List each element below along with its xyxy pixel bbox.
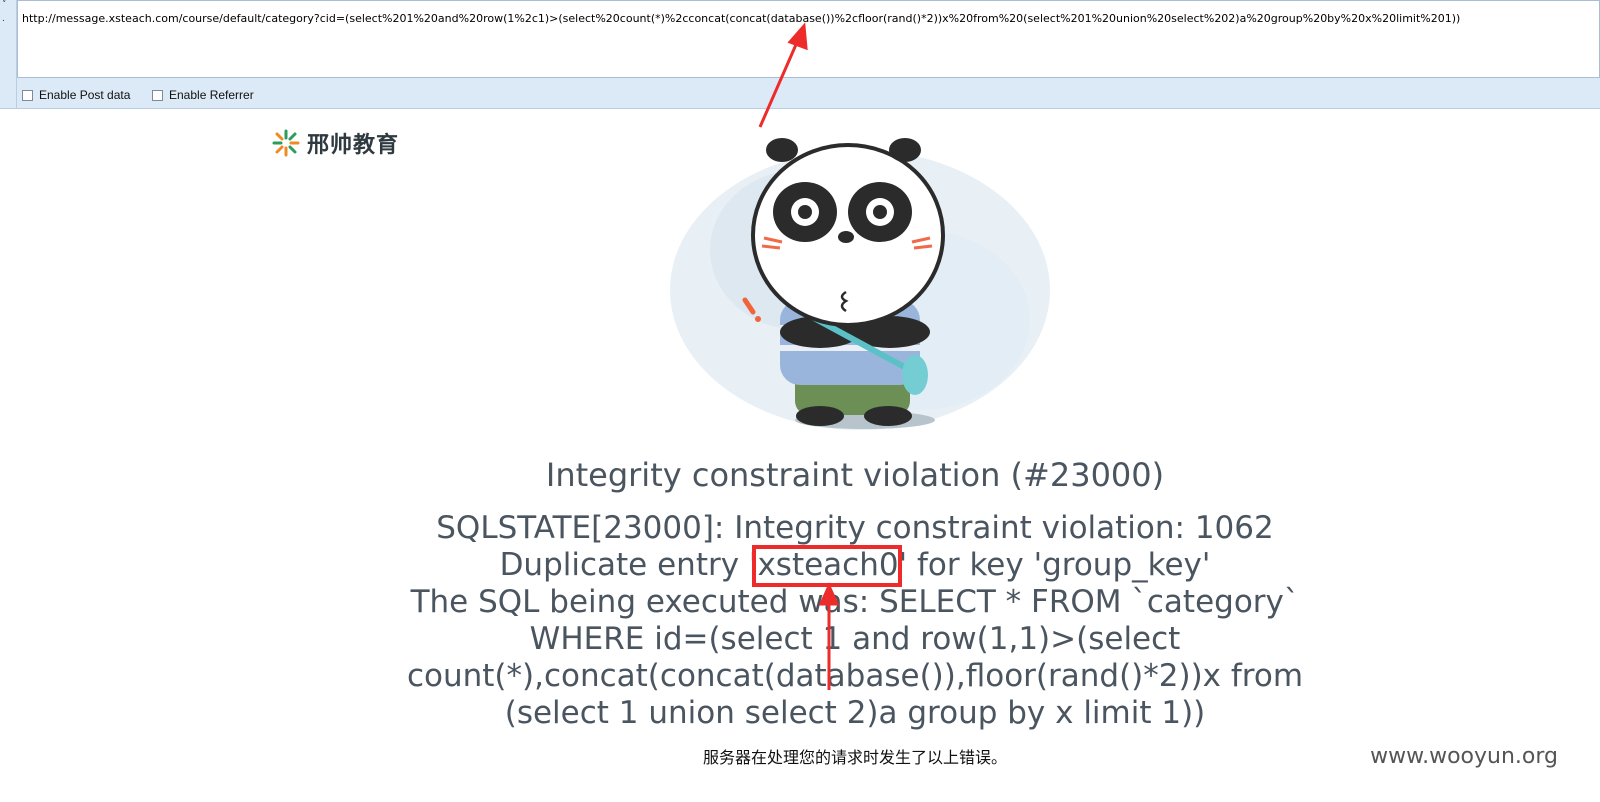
error-line-5: count(*),concat(concat(database()),floor… — [406, 658, 1304, 694]
url-textarea[interactable]: http://message.xsteach.com/course/defaul… — [17, 0, 1600, 78]
error-message: SQLSTATE[23000]: Integrity constraint vi… — [395, 510, 1315, 732]
enable-post-option[interactable]: Enable Post data — [22, 88, 130, 102]
wooyun-watermark: www.wooyun.org — [1370, 744, 1558, 769]
enable-post-checkbox[interactable] — [22, 89, 33, 101]
panda-mascot-image — [670, 138, 1050, 430]
highlight-box-annotation — [752, 545, 902, 587]
error-line-4: WHERE id=(select 1 and row(1,1)>(select — [529, 621, 1181, 657]
xsteach-logo-icon — [272, 129, 300, 157]
error-title: Integrity constraint violation (#23000) — [545, 456, 1165, 494]
site-logo[interactable]: 邢帅教育 — [271, 127, 399, 159]
logo-text: 邢帅教育 — [307, 133, 400, 158]
hackbar-side-strip: ˅ . — [0, 0, 17, 108]
enable-post-label: Enable Post data — [39, 88, 131, 102]
error-footer-note: 服务器在处理您的请求时发生了以上错误。 — [702, 748, 1007, 767]
enable-referrer-option[interactable]: Enable Referrer — [152, 88, 254, 102]
enable-referrer-label: Enable Referrer — [169, 88, 254, 102]
error-line-3: The SQL being executed was: SELECT * FRO… — [410, 584, 1300, 620]
error-line-6: (select 1 union select 2)a group by x li… — [504, 695, 1206, 731]
error-line-1: SQLSTATE[23000]: Integrity constraint vi… — [436, 510, 1274, 546]
enable-referrer-checkbox[interactable] — [152, 89, 163, 101]
